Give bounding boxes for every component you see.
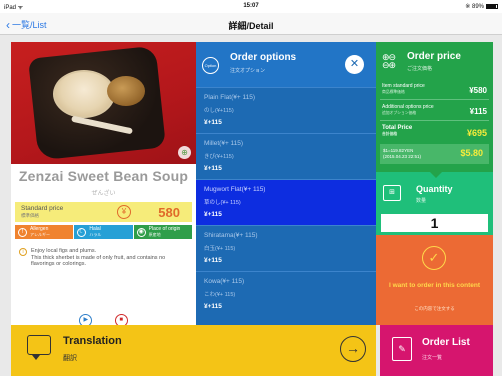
- audio-controls: ▶ ■: [11, 308, 196, 327]
- quantity-panel: ⊞ Quantity 数量 1: [376, 172, 493, 235]
- option-item-mugwort-flat[interactable]: Mugwort Flat(¥+ 115) 草のし(¥+ 115) ¥+115: [196, 179, 376, 225]
- total-price-value: ¥695: [466, 128, 487, 138]
- quantity-title: Quantity: [416, 184, 453, 194]
- option-price: ¥+115: [204, 165, 222, 172]
- product-description: i Enjoy local figs and plums. This thick…: [15, 244, 192, 304]
- description-text: Enjoy local figs and plums. This thick s…: [31, 248, 166, 267]
- yen-icon: ¥: [117, 205, 131, 219]
- order-summary-column: ⊕⊖ ⊖⊕ Order price ご注文価格 Item standard pri…: [376, 42, 493, 325]
- speech-bubble-icon: [27, 335, 51, 360]
- option-name: Shiratama(¥+ 115): [204, 232, 258, 239]
- place-of-origin-tag[interactable]: ◉ Place of origin 原産地: [133, 225, 192, 239]
- translation-subtitle: 翻訳: [63, 355, 77, 362]
- zoom-icon[interactable]: ⊕: [178, 146, 191, 159]
- order-options-panel: Option Order options 注文オプション ✕ Plain Fla…: [196, 42, 376, 325]
- clock: 15:07: [243, 3, 259, 9]
- option-name-jp: こわ(¥+ 115): [204, 292, 236, 298]
- order-button[interactable]: ✓ I want to order in this content この内容で注…: [376, 235, 493, 325]
- close-icon[interactable]: ✕: [345, 55, 364, 74]
- product-tags: ! Allergen アレルギー ☾ Halal ハラル ◉ Place of or…: [15, 225, 192, 239]
- option-name: Mugwort Flat(¥+ 115): [204, 186, 266, 193]
- standard-price-label-jp: 標準価格: [21, 213, 39, 218]
- option-name-jp: のし(¥+115): [204, 108, 234, 114]
- total-price-label: Total Price: [382, 125, 413, 131]
- additional-options-value: ¥115: [469, 107, 487, 116]
- origin-label-jp: 原産地: [148, 232, 161, 237]
- option-name-jp: 白玉(¥+ 115): [204, 246, 236, 252]
- additional-options-row: Additional options price 追加オプション価格 ¥115: [380, 101, 489, 121]
- standard-price-label: Standard price: [21, 205, 64, 212]
- product-photo: ⊕: [11, 42, 196, 164]
- order-button-sublabel: この内容で注文する: [414, 306, 455, 311]
- currency-conversion-row: $1=119.82YEN (2015.04.23 22:51) $5.80: [380, 144, 489, 164]
- order-list-title: Order List: [422, 337, 470, 348]
- option-price: ¥+115: [204, 119, 222, 126]
- order-price-panel: ⊕⊖ ⊖⊕ Order price ご注文価格 Item standard pri…: [376, 42, 493, 172]
- navigation-bar: ‹ 一覧/List 詳細/Detail: [0, 13, 502, 35]
- price-icon: ⊕⊖ ⊖⊕: [382, 52, 396, 70]
- arrow-right-icon: →: [340, 336, 366, 362]
- order-price-subtitle: ご注文価格: [407, 66, 433, 72]
- translation-button[interactable]: Translation 翻訳 →: [11, 325, 376, 376]
- item-standard-price-label-jp: 商品標準価格: [382, 89, 405, 94]
- option-item-plain-flat[interactable]: Plain Flat(¥+ 115) のし(¥+115) ¥+115: [196, 87, 376, 133]
- quantity-field[interactable]: 1: [381, 214, 488, 232]
- option-price: ¥+115: [204, 211, 222, 218]
- item-standard-price-label: Item standard price: [382, 83, 425, 89]
- option-item-shiratama[interactable]: Shiratama(¥+ 115) 白玉(¥+ 115) ¥+115: [196, 225, 376, 271]
- halal-icon: ☾: [77, 227, 87, 237]
- check-icon: ✓: [422, 246, 446, 270]
- option-item-millet[interactable]: Millet(¥+ 115) きび(¥+115) ¥+115: [196, 133, 376, 179]
- status-bar: iPad ᯤ 15:07 ※ 89%: [0, 0, 502, 13]
- exchange-rate: $1=119.82YEN: [383, 148, 414, 153]
- option-price: ¥+115: [204, 257, 222, 264]
- standard-price-row: Standard price 標準価格 ¥ 580: [15, 202, 192, 222]
- halal-tag[interactable]: ☾ Halal ハラル: [74, 225, 133, 239]
- order-list-subtitle: 注文一覧: [422, 355, 443, 361]
- option-name: Plain Flat(¥+ 115): [204, 94, 256, 101]
- usd-price-value: $5.80: [460, 148, 483, 158]
- option-item-kowa[interactable]: Kowa(¥+ 115) こわ(¥+ 115) ¥+115: [196, 271, 376, 317]
- battery-percent: ※ 89%: [465, 4, 484, 10]
- total-price-row: Total Price 合計価格 ¥695: [380, 122, 489, 142]
- additional-options-label-jp: 追加オプション価格: [382, 110, 417, 115]
- order-list-button[interactable]: ✎ Order List 注文一覧: [380, 325, 493, 376]
- order-options-header: Option Order options 注文オプション ✕: [196, 42, 376, 87]
- order-button-label: I want to order in this content: [389, 282, 480, 289]
- battery-indicator: ※ 89%: [465, 3, 498, 10]
- option-badge-icon: Option: [202, 57, 219, 74]
- option-name: Kowa(¥+ 115): [204, 278, 245, 285]
- allergen-tag[interactable]: ! Allergen アレルギー: [15, 225, 74, 239]
- product-name-jp: ぜんざい: [91, 191, 116, 197]
- clipboard-icon: ✎: [392, 337, 412, 361]
- origin-icon: ◉: [136, 227, 146, 237]
- option-price: ¥+115: [204, 303, 222, 310]
- additional-options-label: Additional options price: [382, 104, 434, 110]
- price-pointer: [430, 172, 442, 178]
- order-options-subtitle: 注文オプション: [230, 68, 266, 74]
- translation-title: Translation: [63, 335, 122, 347]
- halal-label-jp: ハラル: [89, 232, 102, 237]
- product-name: Zenzai Sweet Bean Soup: [18, 168, 189, 184]
- quantity-subtitle: 数量: [416, 198, 427, 204]
- allergen-label-jp: アレルギー: [30, 232, 50, 237]
- option-name-jp: きび(¥+115): [204, 154, 234, 160]
- standard-price-value: 580: [158, 205, 180, 220]
- product-panel: ⊕ Zenzai Sweet Bean Soup ぜんざい Standard p…: [11, 42, 196, 327]
- standard-price-summary-row: Item standard price 商品標準価格 ¥580: [380, 80, 489, 100]
- order-price-title: Order price: [407, 51, 461, 62]
- page-title: 詳細/Detail: [228, 21, 274, 31]
- battery-icon: [486, 3, 498, 9]
- quantity-icon: ⊞: [383, 185, 401, 201]
- info-icon: i: [19, 248, 27, 256]
- allergen-icon: !: [18, 227, 27, 237]
- item-standard-price-value: ¥580: [469, 86, 487, 95]
- order-options-title: Order options: [230, 52, 297, 63]
- total-price-label-jp: 合計価格: [382, 131, 398, 136]
- exchange-rate-date: (2015.04.23 22:51): [383, 154, 422, 159]
- option-name: Millet(¥+ 115): [204, 140, 244, 147]
- option-name-jp: 草のし(¥+ 115): [204, 200, 241, 206]
